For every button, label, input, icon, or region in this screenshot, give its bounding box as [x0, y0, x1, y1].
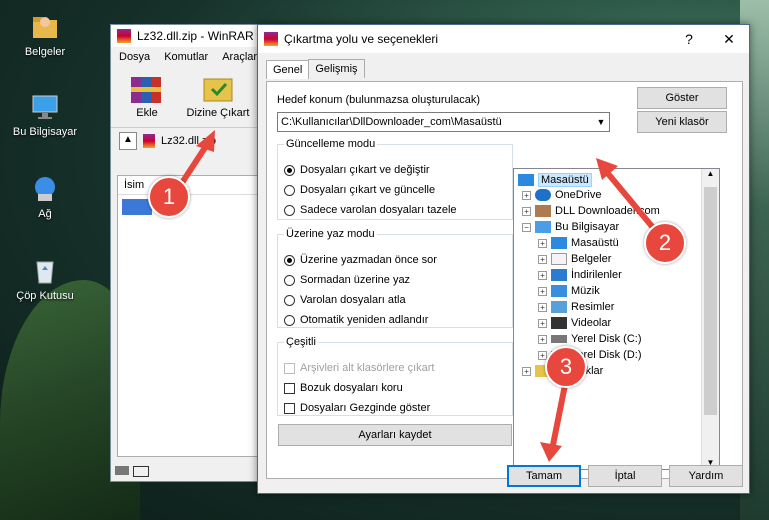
callout-2: 2: [644, 222, 686, 264]
callout-1: 1: [148, 176, 190, 218]
callout-3: 3: [545, 346, 587, 388]
